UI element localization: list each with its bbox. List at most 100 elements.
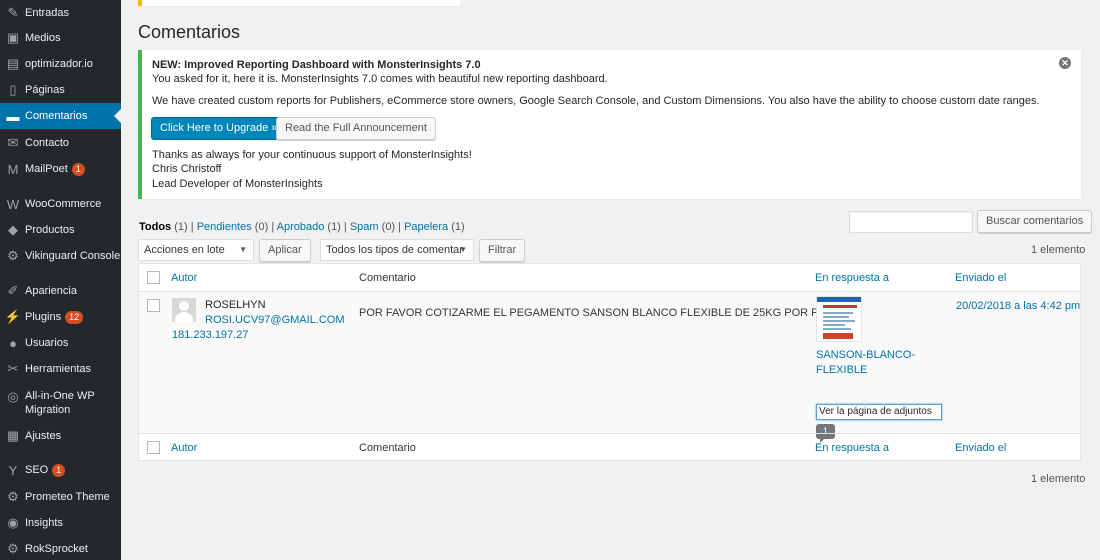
comments-table: Autor Comentario En respuesta a Enviado … — [138, 263, 1081, 461]
sidebar-item-woocommerce[interactable]: W WooCommerce — [0, 191, 121, 217]
author-name: ROSELHYN — [205, 299, 266, 311]
sidebar-item-label: Apariencia — [25, 285, 77, 297]
sidebar-item-contacto[interactable]: ✉ Contacto — [0, 130, 121, 156]
sidebar-item-label: RokSprocket — [25, 543, 88, 555]
thumb-title — [823, 305, 857, 308]
sidebar-item-ajustes[interactable]: ▦ Ajustes — [0, 423, 121, 449]
column-sent[interactable]: Enviado el — [955, 272, 1006, 284]
product-thumbnail[interactable] — [816, 296, 862, 342]
items-count: 1 elemento — [1031, 473, 1086, 485]
monsterinsights-notice: NEW: Improved Reporting Dashboard with M… — [138, 50, 1081, 199]
select-all-checkbox[interactable] — [147, 271, 160, 284]
column-author[interactable]: Autor — [171, 442, 197, 454]
filter-all[interactable]: Todos — [139, 221, 171, 233]
column-sent[interactable]: Enviado el — [955, 442, 1006, 454]
comment-count-bubble[interactable]: 1 — [816, 424, 835, 443]
filter-spam[interactable]: Spam — [350, 221, 379, 233]
author-email-link[interactable]: ROSI.UCV97@GMAIL.COM — [205, 314, 345, 326]
theme-gear-icon: ⚙ — [7, 489, 19, 504]
admin-sidebar: ✎ Entradas ▣ Medios ▤ optimizador.io ▯ P… — [0, 0, 121, 560]
users-icon: ● — [9, 335, 17, 351]
sidebar-item-label: Prometeo Theme — [25, 491, 110, 503]
filter-separator: | — [343, 221, 347, 233]
sidebar-item-entradas[interactable]: ✎ Entradas — [0, 0, 121, 26]
close-icon[interactable]: ✕ — [1059, 57, 1071, 69]
sidebar-item-label: Usuarios — [25, 337, 69, 349]
column-response[interactable]: En respuesta a — [815, 272, 889, 284]
sidebar-item-insights[interactable]: ◉ Insights — [0, 510, 121, 536]
table-row: ROSELHYN ROSI.UCV97@GMAIL.COM 181.233.19… — [139, 292, 1080, 443]
thumb-line — [823, 316, 849, 318]
notice-title: NEW: Improved Reporting Dashboard with M… — [152, 59, 481, 71]
media-icon: ▣ — [6, 30, 20, 45]
view-attachment-link[interactable]: Ver la página de adjuntos — [816, 404, 942, 420]
thumb-line — [823, 324, 845, 326]
sidebar-item-mailpoet[interactable]: M MailPoet 1 — [0, 156, 121, 182]
notice-signer-role: Lead Developer of MonsterInsights — [152, 178, 323, 190]
column-response[interactable]: En respuesta a — [815, 442, 889, 454]
upgrade-button[interactable]: Click Here to Upgrade » — [151, 117, 287, 140]
row-checkbox[interactable] — [147, 299, 160, 312]
comment-type-select[interactable]: Todos los tipos de comentar ▼ — [320, 239, 474, 261]
filter-trash[interactable]: Papelera — [404, 221, 448, 233]
sidebar-item-migration[interactable]: ◎ All-in-One WP Migration — [0, 386, 121, 422]
sidebar-item-label: WooCommerce — [25, 198, 102, 210]
sidebar-item-label: Comentarios — [25, 110, 88, 122]
sidebar-item-roksprocket[interactable]: ⚙ RokSprocket — [0, 536, 121, 560]
seo-icon: Y — [8, 462, 18, 478]
sidebar-item-productos[interactable]: ◆ Productos — [0, 217, 121, 243]
brush-icon: ✐ — [7, 283, 19, 298]
comment-type-value: Todos los tipos de comentar — [326, 244, 463, 256]
sidebar-item-plugins[interactable]: ⚡ Plugins 12 — [0, 304, 121, 330]
sidebar-item-prometeo[interactable]: ⚙ Prometeo Theme — [0, 484, 121, 510]
sidebar-item-apariencia[interactable]: ✐ Apariencia — [0, 278, 121, 304]
update-count-badge: 1 — [71, 162, 85, 176]
author-ip-link[interactable]: 181.233.197.27 — [172, 329, 248, 341]
sidebar-item-label: Plugins — [25, 311, 62, 323]
filter-pending[interactable]: Pendientes — [197, 221, 252, 233]
mailpoet-icon: M — [7, 161, 19, 177]
response-post-link[interactable]: FLEXIBLE — [816, 364, 867, 376]
sidebar-item-label: Medios — [25, 32, 61, 44]
column-comment: Comentario — [359, 442, 416, 454]
search-input[interactable] — [849, 211, 973, 233]
sidebar-item-medios[interactable]: ▣ Medios — [0, 25, 121, 51]
notice-signer: Chris Christoff — [152, 163, 222, 175]
filter-approved[interactable]: Aprobado — [277, 221, 325, 233]
read-announcement-button[interactable]: Read the Full Announcement — [276, 117, 436, 140]
pin-icon: ✎ — [7, 5, 19, 20]
items-count: 1 elemento — [1031, 244, 1086, 256]
sidebar-item-usuarios[interactable]: ● Usuarios — [0, 330, 121, 356]
sidebar-item-vikinguard[interactable]: ⚙ Vikinguard Console — [0, 243, 121, 269]
sidebar-item-label: Entradas — [25, 7, 70, 19]
sidebar-item-label: Páginas — [25, 84, 65, 96]
apply-button[interactable]: Aplicar — [259, 239, 311, 262]
column-author[interactable]: Autor — [171, 272, 197, 284]
pages-icon: ▯ — [9, 82, 17, 97]
sidebar-item-optimizador[interactable]: ▤ optimizador.io — [0, 51, 121, 77]
select-all-checkbox-footer[interactable] — [147, 441, 160, 454]
sidebar-item-herramientas[interactable]: ✂ Herramientas — [0, 356, 121, 382]
sidebar-item-label: optimizador.io — [25, 58, 93, 70]
bulk-actions-select[interactable]: Acciones en lote ▼ — [138, 239, 254, 261]
sidebar-item-seo[interactable]: Y SEO 1 — [0, 457, 121, 483]
mail-icon: ✉ — [7, 135, 19, 150]
divider — [139, 433, 1080, 434]
sidebar-item-paginas[interactable]: ▯ Páginas — [0, 77, 121, 103]
settings-icon: ▦ — [6, 428, 20, 443]
submitted-date-link[interactable]: 20/02/2018 a las 4:42 pm — [956, 300, 1080, 312]
thumb-line — [823, 320, 855, 322]
sidebar-item-label: MailPoet — [25, 163, 68, 175]
filter-button[interactable]: Filtrar — [479, 239, 526, 262]
comments-icon: ▬ — [6, 108, 20, 124]
sidebar-item-label: All-in-One WP Migration — [25, 390, 95, 416]
woocommerce-icon: W — [6, 196, 20, 212]
sidebar-item-label: Contacto — [25, 137, 70, 149]
sidebar-item-comentarios[interactable]: ▬ Comentarios — [0, 103, 121, 129]
response-post-link[interactable]: SANSON-BLANCO- — [816, 349, 915, 361]
sidebar-item-label: Vikinguard Console — [25, 250, 121, 262]
plugin-icon: ⚡ — [4, 309, 22, 324]
search-comments-button[interactable]: Buscar comentarios — [977, 210, 1093, 233]
page-title: Comentarios — [138, 22, 241, 42]
notice-text: You asked for it, here it is. MonsterIns… — [152, 73, 608, 85]
